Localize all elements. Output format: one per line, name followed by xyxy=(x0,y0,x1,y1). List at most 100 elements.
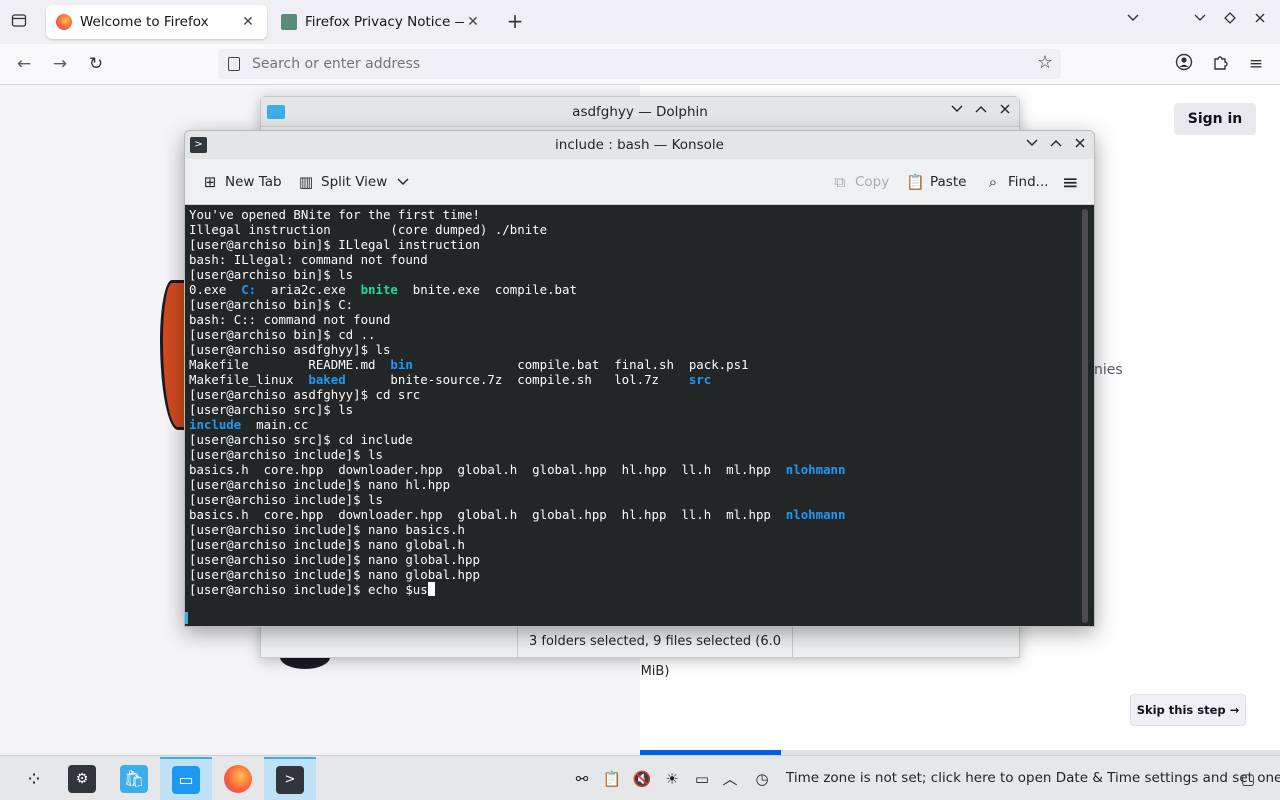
new-tab-button[interactable]: ⊞ New Tab xyxy=(201,171,282,193)
sign-in-button[interactable]: Sign in xyxy=(1174,103,1256,135)
terminal-line: [user@archiso bin]$ C: xyxy=(189,297,1094,312)
terminal-scrollbar[interactable] xyxy=(1082,209,1088,623)
clock-status-text[interactable]: Time zone is not set; click here to open… xyxy=(786,770,1280,786)
terminal-text: Makefile_linux xyxy=(189,372,309,387)
display-icon[interactable]: ▭ xyxy=(692,769,712,789)
menu-icon[interactable]: ≡ xyxy=(1245,53,1267,75)
application-launcher[interactable]: ⁘ xyxy=(8,757,60,800)
terminal-line: [user@archiso include]$ ls xyxy=(189,447,1094,462)
terminal-text: [user@archiso bin]$ ls xyxy=(189,267,354,282)
tab-welcome-to-firefox[interactable]: Welcome to Firefox ✕ xyxy=(46,5,267,39)
paste-label: Paste xyxy=(930,174,967,190)
terminal-text: [user@archiso include]$ nano basics.h xyxy=(189,522,466,537)
close-icon[interactable] xyxy=(999,103,1011,119)
maximize-icon[interactable] xyxy=(1050,137,1062,153)
bookmark-star-icon[interactable]: ☆ xyxy=(1037,52,1053,73)
dolphin-titlebar[interactable]: asdfghyy — Dolphin xyxy=(261,97,1019,127)
terminal-line: [user@archiso include]$ nano global.hpp xyxy=(189,552,1094,567)
tab-privacy-notice[interactable]: Firefox Privacy Notice — M ✕ xyxy=(271,5,492,39)
list-all-tabs-icon[interactable] xyxy=(8,12,30,32)
folder-icon: ▭ xyxy=(172,765,200,794)
terminal-output[interactable]: You've opened BNite for the first time! I… xyxy=(185,205,1094,626)
find-button[interactable]: ⌕ Find... xyxy=(984,171,1049,193)
maximize-icon[interactable] xyxy=(975,103,987,119)
close-window-icon[interactable] xyxy=(1254,12,1266,27)
dolphin-selection-status: 3 folders selected, 9 files selected (6.… xyxy=(517,627,793,679)
terminal-line: Makefile README.md bin compile.bat final… xyxy=(189,357,1094,372)
copy-label: Copy xyxy=(855,174,890,190)
task-system-settings[interactable]: ⚙ xyxy=(56,757,108,800)
task-konsole[interactable]: > xyxy=(264,757,316,800)
directory-entry: bin xyxy=(390,357,413,372)
mozilla-favicon-icon xyxy=(281,14,297,30)
welcome-text-fragment: nies xyxy=(1094,362,1123,378)
terminal-text: main.cc xyxy=(241,417,309,432)
chevron-down-icon[interactable] xyxy=(1126,12,1146,26)
extensions-icon[interactable] xyxy=(1209,53,1231,75)
directory-entry: src xyxy=(688,372,712,387)
directory-entry: C: xyxy=(241,282,257,297)
hamburger-menu-icon[interactable]: ≡ xyxy=(1062,170,1079,194)
terminal-text: [user@archiso bin]$ ILlegal instruction xyxy=(189,237,480,252)
page-icon xyxy=(228,57,240,71)
terminal-icon: > xyxy=(276,765,304,794)
firefox-tab-bar: Welcome to Firefox ✕ Firefox Privacy Not… xyxy=(0,0,1280,44)
minimize-icon[interactable] xyxy=(1194,12,1206,27)
terminal-text: bash: C:: command not found xyxy=(189,312,391,327)
terminal-text: [user@archiso include]$ ls xyxy=(189,447,383,462)
terminal-text: bnite.exe compile.bat xyxy=(397,282,577,297)
volume-muted-icon[interactable]: 🔇 xyxy=(632,769,652,789)
new-tab-icon: ⊞ xyxy=(203,173,217,191)
split-view-label: Split View xyxy=(321,174,388,190)
forward-arrow-icon[interactable]: → xyxy=(49,53,71,75)
terminal-text: [user@archiso bin]$ cd .. xyxy=(189,327,376,342)
konsole-window: > include : bash — Konsole ⊞ New Tab ▥ S… xyxy=(184,130,1095,627)
address-bar[interactable]: ☆ xyxy=(218,49,1061,79)
back-arrow-icon[interactable]: ← xyxy=(13,53,35,75)
tab-title: Welcome to Firefox xyxy=(80,14,209,30)
terminal-line: [user@archiso include]$ nano global.h xyxy=(189,537,1094,552)
new-tab-label: New Tab xyxy=(225,174,282,190)
directory-entry: include xyxy=(189,417,242,432)
show-desktop-icon[interactable]: ▢ xyxy=(1238,769,1258,789)
maximize-icon[interactable] xyxy=(1224,12,1236,27)
minimize-icon[interactable] xyxy=(1026,137,1038,153)
paste-button[interactable]: 📋 Paste xyxy=(906,171,966,193)
skip-step-button[interactable]: Skip this step → xyxy=(1130,694,1246,726)
close-tab-icon[interactable]: ✕ xyxy=(464,14,482,30)
network-icon[interactable]: ⚯ xyxy=(572,769,592,789)
terminal-line: [user@archiso asdfghyy]$ cd src xyxy=(189,387,1094,402)
terminal-line: bash: ILlegal: command not found xyxy=(189,252,1094,267)
task-firefox[interactable] xyxy=(212,757,264,800)
account-icon[interactable] xyxy=(1173,53,1195,75)
task-dolphin[interactable]: ▭ xyxy=(160,757,212,800)
clipboard-icon[interactable]: 📋 xyxy=(602,769,622,789)
copy-button[interactable]: ⧉ Copy xyxy=(831,171,890,193)
terminal-line: include main.cc xyxy=(189,417,1094,432)
brightness-icon[interactable]: ☀ xyxy=(662,769,682,789)
copy-icon: ⧉ xyxy=(834,173,846,191)
close-icon[interactable] xyxy=(1074,137,1086,153)
konsole-titlebar[interactable]: > include : bash — Konsole xyxy=(185,131,1094,159)
terminal-line: [user@archiso include]$ nano global.hpp xyxy=(189,567,1094,582)
split-view-button[interactable]: ▥ Split View xyxy=(297,171,409,193)
terminal-line: [user@archiso include]$ nano basics.h xyxy=(189,522,1094,537)
terminal-text: compile.bat final.sh pack.ps1 xyxy=(412,357,749,372)
minimize-icon[interactable] xyxy=(951,103,963,119)
store-icon: 🛍 xyxy=(120,764,148,793)
chevron-down-icon xyxy=(397,174,409,190)
find-label: Find... xyxy=(1008,174,1049,190)
terminal-text: aria2c.exe xyxy=(256,282,361,297)
task-discover[interactable]: 🛍 xyxy=(108,757,160,800)
clock-warning-icon[interactable]: ◷ xyxy=(752,769,772,789)
konsole-window-controls xyxy=(1026,137,1086,153)
close-tab-icon[interactable]: ✕ xyxy=(239,14,257,30)
reload-icon[interactable]: ↻ xyxy=(85,53,107,75)
url-input[interactable] xyxy=(252,56,1012,72)
chevron-up-icon[interactable]: ︿ xyxy=(720,769,740,789)
terminal-line: [user@archiso src]$ ls xyxy=(189,402,1094,417)
executable-entry: bnite xyxy=(360,282,398,297)
terminal-scroll-marker xyxy=(185,612,188,624)
terminal-line: [user@archiso src]$ cd include xyxy=(189,432,1094,447)
new-tab-button[interactable]: + xyxy=(504,10,526,32)
